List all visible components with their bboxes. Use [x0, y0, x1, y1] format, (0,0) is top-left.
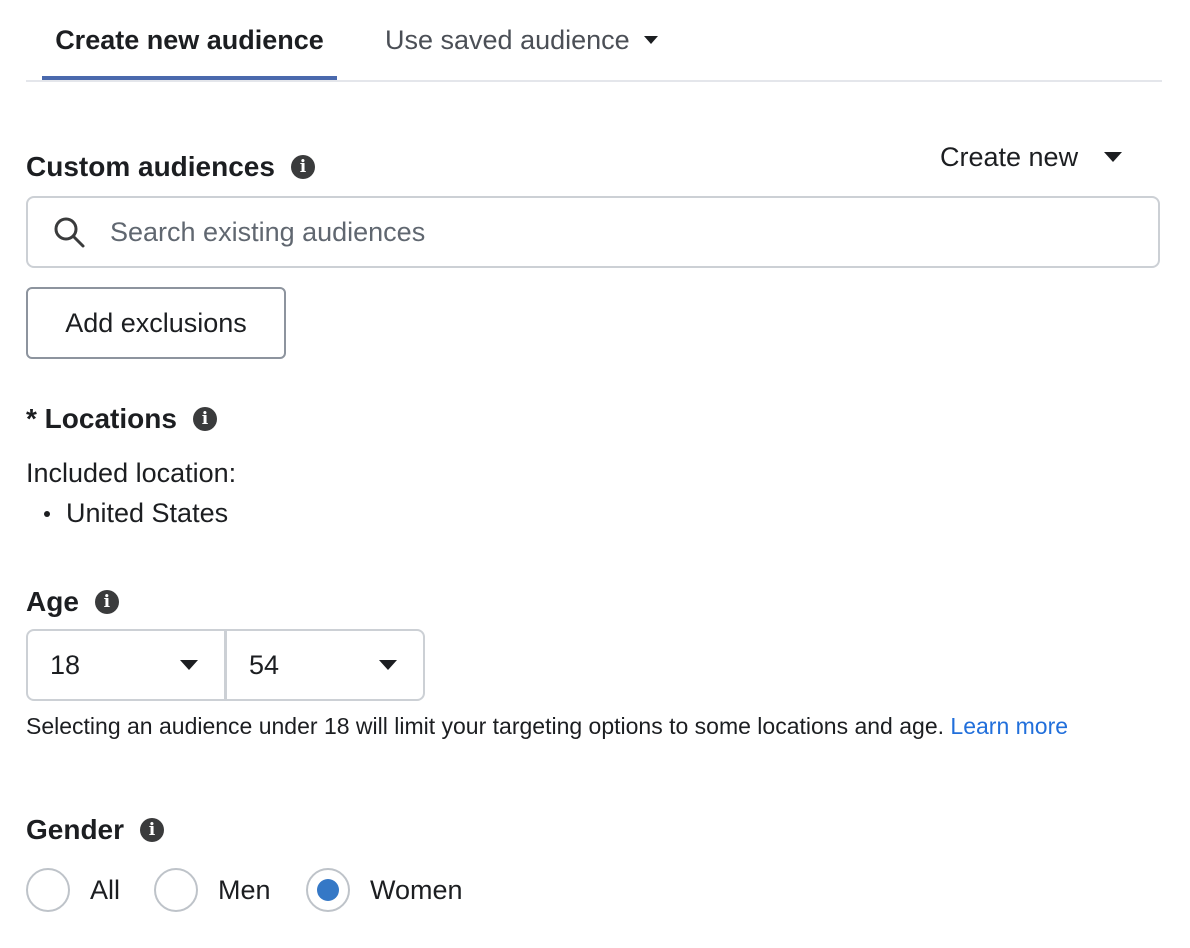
custom-audiences-title: Custom audiences	[26, 151, 275, 182]
age-min-select[interactable]: 18	[26, 629, 226, 701]
radio-selected-dot	[317, 879, 339, 901]
location-list-item: United States	[44, 498, 228, 529]
age-max-value: 54	[249, 649, 280, 680]
gender-heading: Gender i	[26, 811, 165, 849]
locations-title: * Locations	[26, 403, 177, 434]
age-helper-text: Selecting an audience under 18 will limi…	[26, 709, 1136, 743]
info-icon[interactable]: i	[94, 590, 119, 614]
bullet	[44, 510, 50, 517]
add-exclusions-button[interactable]: Add exclusions	[26, 287, 286, 359]
tab-divider	[26, 80, 1162, 82]
search-audiences-field[interactable]	[26, 196, 1160, 268]
gender-option-women[interactable]: Women	[306, 866, 463, 914]
search-icon	[54, 217, 85, 248]
gender-option-label: Women	[370, 874, 463, 905]
caret-down-icon	[180, 660, 198, 670]
gender-option-label: All	[90, 874, 121, 905]
location-name: United States	[66, 498, 229, 528]
age-heading: Age i	[26, 583, 119, 621]
radio-all[interactable]	[26, 868, 70, 912]
gender-option-label: Men	[218, 874, 271, 905]
radio-women[interactable]	[306, 868, 350, 912]
radio-men[interactable]	[154, 868, 198, 912]
locations-heading: * Locations i	[26, 400, 217, 438]
search-audiences-input[interactable]	[108, 215, 1158, 249]
gender-option-men[interactable]: Men	[154, 866, 271, 914]
age-min-value: 18	[50, 649, 81, 680]
info-icon[interactable]: i	[290, 155, 315, 179]
age-helper-message: Selecting an audience under 18 will limi…	[26, 713, 945, 739]
caret-down-icon	[1104, 152, 1123, 162]
caret-down-icon	[379, 660, 397, 670]
create-new-dropdown[interactable]: Create new	[940, 138, 1123, 176]
tab-use-saved-audience[interactable]: Use saved audience	[385, 0, 658, 80]
tab-create-new-audience-label: Create new audience	[55, 24, 324, 55]
gender-option-all[interactable]: All	[26, 866, 120, 914]
age-title: Age	[26, 586, 79, 617]
add-exclusions-label: Add exclusions	[65, 307, 247, 338]
tab-create-new-audience[interactable]: Create new audience	[42, 0, 337, 80]
tab-use-saved-audience-label: Use saved audience	[385, 24, 630, 55]
info-icon[interactable]: i	[192, 407, 217, 431]
info-icon[interactable]: i	[140, 818, 165, 842]
create-new-label: Create new	[940, 141, 1079, 172]
gender-title: Gender	[26, 814, 125, 845]
included-location-label: Included location:	[26, 458, 237, 488]
learn-more-link[interactable]: Learn more	[950, 713, 1068, 739]
age-max-select[interactable]: 54	[225, 629, 425, 701]
caret-down-icon	[643, 36, 658, 44]
custom-audiences-heading: Custom audiences i	[26, 148, 315, 186]
